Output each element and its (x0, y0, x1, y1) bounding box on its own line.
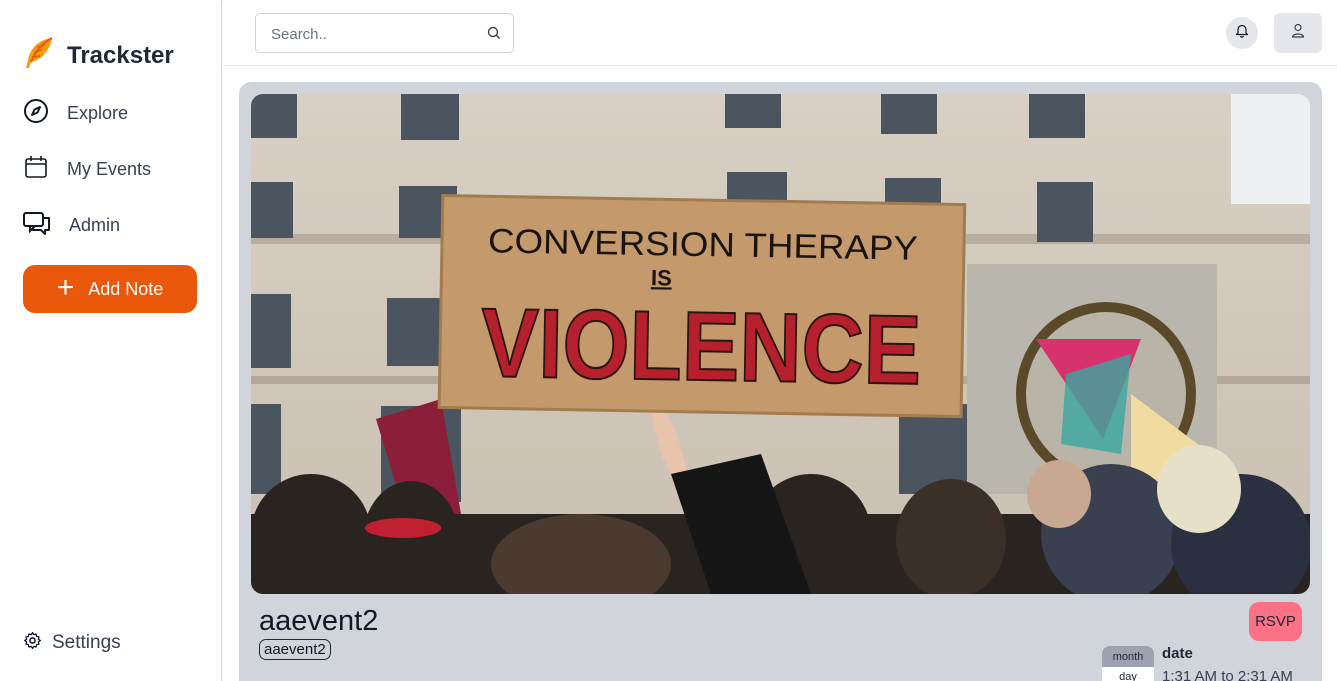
sign-line-2: IS (651, 265, 672, 290)
month-label: month (1102, 646, 1154, 667)
gear-icon (23, 631, 42, 655)
event-date: date (1162, 645, 1193, 662)
sidebar-item-explore[interactable]: Explore (23, 98, 128, 129)
app-root: Trackster Explore My Events Admin + Add … (0, 0, 1337, 681)
bell-icon (1235, 23, 1249, 43)
sidebar-item-admin[interactable]: Admin (23, 210, 120, 241)
brand-name: Trackster (67, 41, 174, 69)
chat-bubbles-icon (23, 210, 51, 241)
add-note-label: Add Note (88, 278, 164, 299)
sidebar-item-label: Explore (67, 103, 129, 123)
sidebar-item-my-events[interactable]: My Events (23, 154, 151, 185)
brand[interactable]: Trackster (22, 36, 174, 75)
event-card[interactable]: CONVERSION THERAPY IS VIOLENCE aaevent2 … (239, 82, 1322, 681)
settings-label: Settings (52, 632, 121, 653)
event-tag[interactable]: aaevent2 (259, 639, 331, 660)
settings-link[interactable]: Settings (23, 631, 121, 655)
search-box[interactable] (255, 13, 514, 53)
search-input[interactable] (271, 23, 471, 45)
user-menu-button[interactable] (1274, 13, 1322, 53)
event-time: 1:31 AM to 2:31 AM (1162, 668, 1293, 681)
calendar-icon (23, 154, 49, 185)
day-label: day (1102, 667, 1154, 681)
sidebar-item-label: Admin (69, 215, 121, 235)
event-title: aaevent2 (259, 605, 379, 637)
add-note-button[interactable]: + Add Note (23, 265, 197, 313)
sign-line-3: VIOLENCE (480, 287, 922, 405)
compass-icon (23, 98, 49, 129)
sign-line-1: CONVERSION THERAPY (488, 222, 919, 267)
search-icon[interactable] (487, 26, 501, 45)
notifications-button[interactable] (1226, 17, 1258, 49)
sidebar-item-label: My Events (67, 159, 152, 179)
rsvp-button[interactable]: RSVP (1249, 602, 1302, 641)
plus-icon: + (56, 270, 75, 304)
top-bar (223, 0, 1337, 66)
user-icon (1291, 23, 1305, 43)
date-badge: month day (1102, 646, 1154, 681)
sidebar: Trackster Explore My Events Admin + Add … (0, 0, 222, 681)
feather-logo-icon (22, 36, 54, 75)
event-image: CONVERSION THERAPY IS VIOLENCE (251, 94, 1310, 594)
